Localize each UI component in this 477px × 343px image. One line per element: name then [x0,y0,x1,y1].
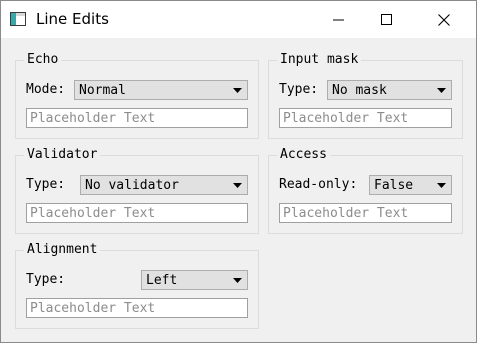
echo-line-edit[interactable] [26,108,248,128]
app-window: Line Edits Echo Mode: Normal Input mask … [0,0,477,343]
validator-type-label: Type: [26,177,66,192]
access-readonly-value: False [374,178,414,193]
title-bar: Line Edits [1,1,476,38]
alignment-input[interactable] [27,299,247,317]
chevron-down-icon [233,278,242,283]
input-mask-group-title: Input mask [277,52,362,68]
chevron-down-icon [233,183,242,188]
window-title: Line Edits [36,10,109,28]
echo-group: Echo Mode: Normal [15,52,259,139]
access-line-edit[interactable] [279,203,452,223]
validator-input[interactable] [27,204,247,222]
echo-mode-value: Normal [79,83,126,98]
input-mask-type-label: Type: [279,82,319,97]
access-group-title: Access [277,147,330,163]
close-icon [438,13,450,26]
input-mask-group: Input mask Type: No mask [268,52,463,139]
close-button[interactable] [421,1,467,38]
input-mask-type-value: No mask [332,83,387,98]
alignment-group: Alignment Type: Left [15,242,259,329]
alignment-type-combo[interactable]: Left [141,270,248,290]
access-group: Access Read-only: False [268,147,463,234]
validator-line-edit[interactable] [26,203,248,223]
alignment-line-edit[interactable] [26,298,248,318]
alignment-type-value: Left [146,273,178,288]
echo-mode-label: Mode: [26,82,66,97]
alignment-group-title: Alignment [24,242,101,258]
echo-group-title: Echo [24,52,62,68]
chevron-down-icon [437,183,446,188]
input-mask-input[interactable] [280,109,451,127]
minimize-icon [333,19,344,20]
chevron-down-icon [233,88,242,93]
validator-type-combo[interactable]: No validator [80,175,248,195]
echo-mode-combo[interactable]: Normal [74,80,248,100]
alignment-type-label: Type: [26,272,66,287]
validator-group: Validator Type: No validator [15,147,259,234]
access-readonly-label: Read-only: [279,177,358,192]
access-readonly-combo[interactable]: False [369,175,452,195]
validator-group-title: Validator [24,147,101,163]
input-mask-line-edit[interactable] [279,108,452,128]
input-mask-type-combo[interactable]: No mask [327,80,452,100]
maximize-button[interactable] [364,1,410,38]
access-input[interactable] [280,204,451,222]
validator-type-value: No validator [85,178,179,193]
chevron-down-icon [437,88,446,93]
maximize-icon [381,13,392,25]
app-window-icon [10,12,26,26]
minimize-button[interactable] [316,1,362,38]
echo-input[interactable] [27,109,247,127]
